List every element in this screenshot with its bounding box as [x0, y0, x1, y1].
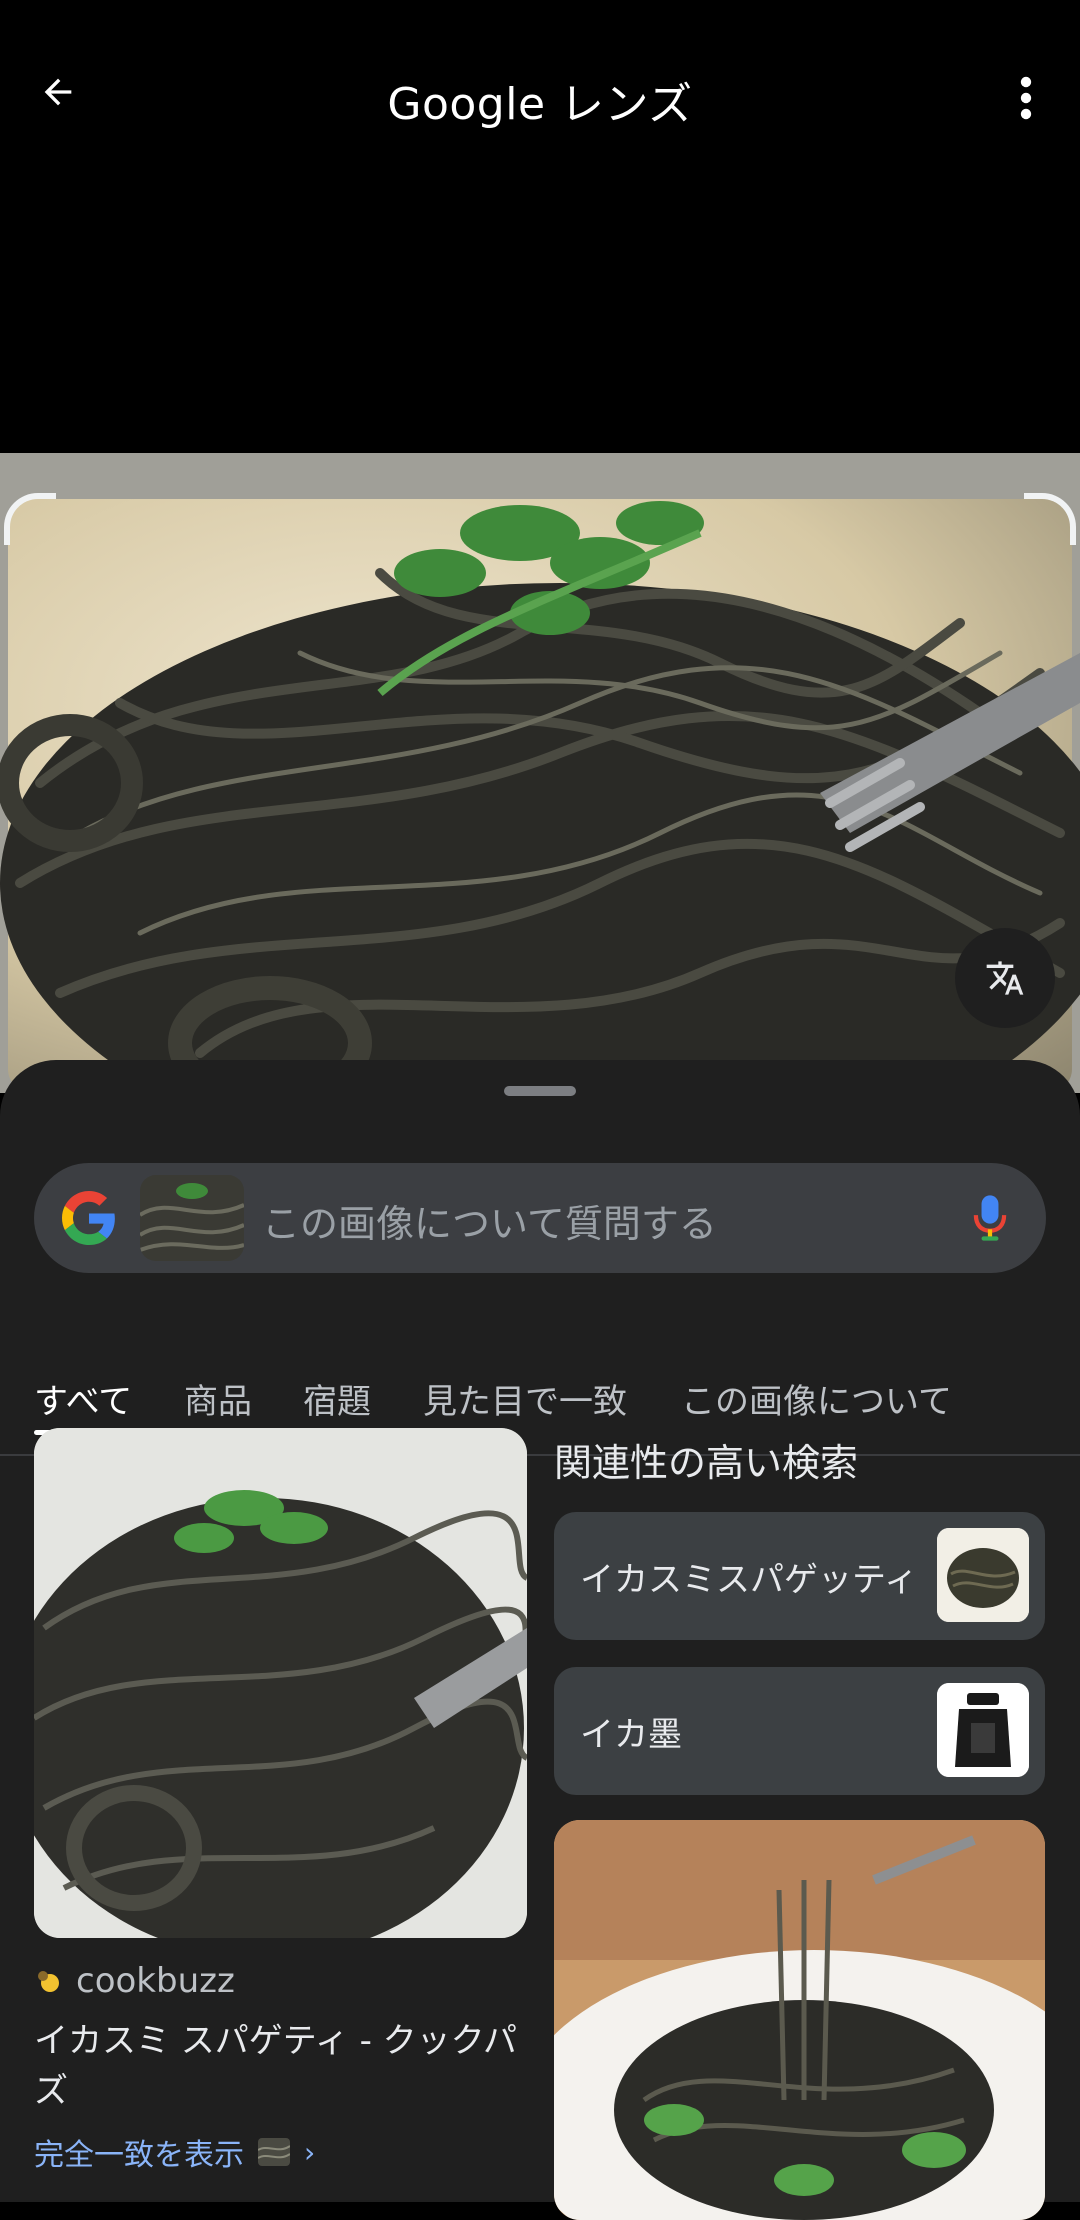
result-source-name: cookbuzz	[76, 1961, 235, 2001]
tab-all[interactable]: すべて	[34, 1374, 132, 1423]
tab-about-image[interactable]: この画像について	[681, 1374, 952, 1423]
search-placeholder: この画像について質問する	[262, 1202, 717, 1246]
result-source: cookbuzz	[34, 1961, 235, 2001]
top-app-bar: Google レンズ	[0, 0, 1080, 200]
google-g-icon	[62, 1191, 115, 1245]
result-photo	[34, 1428, 527, 1938]
tab-products[interactable]: 商品	[184, 1374, 252, 1423]
sheet-drag-handle[interactable]	[504, 1086, 576, 1096]
cookbuzz-favicon-icon	[38, 1971, 59, 1992]
exact-match-thumbnail	[258, 2138, 290, 2166]
related-searches-heading: 関連性の高い検索	[554, 1441, 859, 1485]
result-title[interactable]: イカスミ スパゲティ - クックパズ	[34, 2016, 527, 2116]
chevron-right-icon: ›	[304, 2135, 316, 2169]
translate-button[interactable]	[955, 928, 1055, 1028]
exact-match-label: 完全一致を表示	[34, 2138, 244, 2173]
show-exact-matches-link[interactable]: 完全一致を表示 ›	[34, 2130, 315, 2174]
result-image[interactable]	[34, 1428, 527, 1938]
lens-photo-viewport[interactable]	[0, 453, 1080, 1093]
more-vert-icon	[1020, 76, 1032, 120]
related-search-item-ika-sumi[interactable]: イカ墨	[554, 1667, 1045, 1795]
thumbnail-image	[140, 1175, 244, 1261]
more-options-button[interactable]	[998, 66, 1054, 130]
results-bottom-sheet: この画像について質問する すべて 商品 宿題 見た目で一致 この画像について c…	[0, 1060, 1080, 2220]
visual-match-result-2[interactable]	[554, 1820, 1045, 2220]
related-search-thumbnail	[937, 1683, 1029, 1777]
visual-match-result[interactable]: cookbuzz イカスミ スパゲティ - クックパズ 完全一致を表示 ›	[34, 1428, 527, 2173]
app-title: Google レンズ	[387, 79, 693, 130]
result-photo-2	[554, 1820, 1045, 2220]
tab-homework[interactable]: 宿題	[303, 1374, 371, 1423]
translate-icon	[986, 961, 1024, 995]
tab-visual-matches[interactable]: 見た目で一致	[423, 1374, 627, 1423]
related-search-label: イカ墨	[580, 1715, 682, 1755]
squid-ink-pasta-photo	[0, 453, 1080, 1093]
mic-icon	[973, 1195, 1007, 1241]
voice-search-button[interactable]	[960, 1187, 1020, 1249]
related-search-item-ikasumi-spaghetti[interactable]: イカスミスパゲッティ	[554, 1512, 1045, 1640]
ask-about-image-search-bar[interactable]: この画像について質問する	[34, 1163, 1046, 1273]
query-image-thumbnail[interactable]	[140, 1175, 244, 1261]
related-search-label: イカスミスパゲッティ	[580, 1560, 918, 1600]
related-search-thumbnail	[937, 1528, 1029, 1622]
